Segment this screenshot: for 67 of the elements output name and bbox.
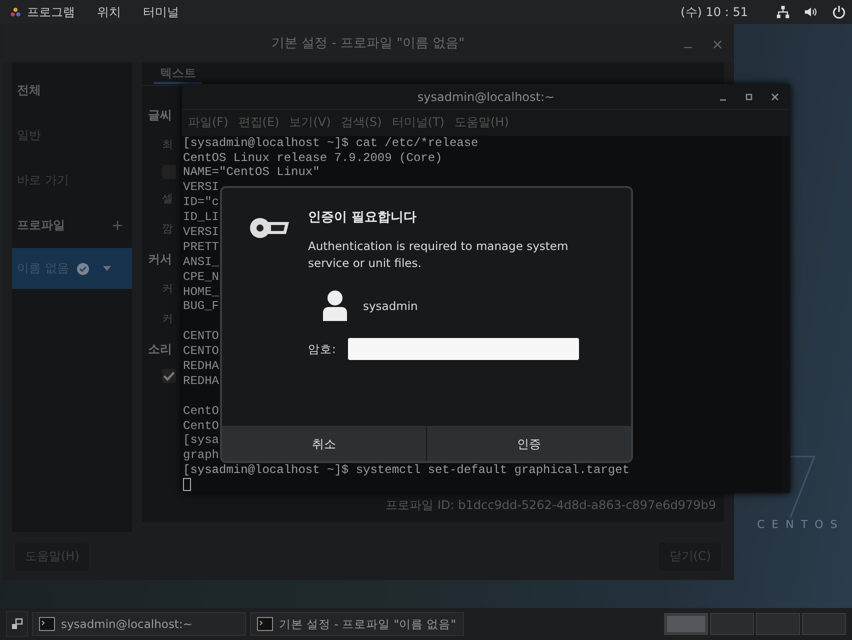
check-circle-icon [76, 262, 89, 274]
terminal-line: [sysa [183, 433, 220, 448]
window-title: 기본 설정 - 프로파일 "이름 없음" [271, 35, 465, 52]
terminal-line: CENTO [183, 329, 220, 344]
terminal-line: VERSI [183, 180, 220, 196]
section-heading: 커서 [148, 251, 172, 268]
terminal-line: REDHA [183, 374, 220, 389]
workspace-button[interactable] [664, 613, 708, 635]
dialog-button[interactable]: 인증 [426, 427, 631, 461]
add-icon[interactable] [113, 221, 122, 230]
terminal-line: ID_LI [183, 210, 220, 225]
terminal-icon [257, 617, 273, 631]
logo-text: CENTOS [757, 518, 844, 531]
user-icon [322, 290, 348, 322]
section-heading: 소리 [148, 341, 172, 358]
terminal-line: HOME_ [183, 284, 220, 300]
section-heading: 글씨 [148, 107, 172, 124]
terminal-line: ID="c [183, 195, 220, 210]
dropdown-caret-icon[interactable] [102, 266, 111, 271]
terminal-line: NAME="CentOS Linux" [183, 165, 320, 180]
top-menu[interactable]: 위치 [97, 4, 121, 20]
top-menu[interactable]: 터미널 [143, 4, 179, 20]
menu-item[interactable]: 검색(S) [340, 114, 382, 132]
show-desktop-icon[interactable] [6, 611, 28, 637]
power-icon[interactable] [832, 5, 846, 19]
checkbox[interactable] [162, 369, 176, 383]
password-label: 암호: [308, 342, 336, 356]
terminal-line: VERSI [183, 224, 220, 240]
taskbar-window-button[interactable]: sysadmin@localhost:~ [32, 612, 246, 636]
terminal-line: graph [183, 448, 220, 464]
scrollbar[interactable] [782, 136, 790, 493]
terminal-line: CENTO [183, 344, 220, 359]
user-name: sysadmin [363, 299, 418, 313]
sidebar-header[interactable]: 전체 [12, 72, 132, 113]
taskbar-window-button[interactable]: 기본 설정 - 프로파일 "이름 없음" [250, 612, 464, 636]
terminal-line: CPE_N [183, 270, 220, 285]
menu-item[interactable]: 터미널(T) [392, 114, 444, 132]
terminal-line: CentOS Linux release 7.9.2009 (Core) [183, 150, 442, 166]
clock[interactable]: (수) 10 : 51 [680, 4, 748, 20]
apps-icon[interactable] [10, 6, 21, 18]
close-icon[interactable] [770, 92, 780, 102]
menu-item[interactable]: 보기(V) [289, 114, 331, 132]
terminal-line: BUG_F [183, 299, 220, 314]
terminal-line: [sysadmin@localhost ~]$ systemctl set-default graphical.target [183, 463, 630, 478]
window-title: sysadmin@localhost:~ [417, 90, 555, 104]
profile-id: 프로파일 ID: b1dcc9dd-5262-4d8d-a863-c897e6d979b9 [386, 497, 716, 514]
close-icon[interactable] [713, 40, 722, 49]
terminal-line: [sysadmin@localhost ~]$ cat /etc/*release [183, 136, 478, 151]
terminal-icon [39, 617, 55, 631]
dialog-title: 인증이 필요합니다 [308, 209, 418, 226]
maximize-icon[interactable] [744, 92, 754, 102]
top-menu[interactable]: 프로그램 [27, 4, 75, 20]
text-cursor [183, 478, 191, 492]
dialog-message: Authentication is required to manage system service or unit files. [308, 238, 570, 272]
terminal-line: REDHA [183, 358, 220, 374]
terminal-line: ANSI_ [183, 254, 220, 270]
volume-icon[interactable] [804, 5, 818, 19]
terminal-line: PRETT [183, 240, 220, 255]
network-icon[interactable] [776, 5, 790, 19]
terminal-line: CentO [183, 418, 220, 434]
terminal-line: CentO [183, 404, 220, 419]
password-field[interactable] [348, 338, 579, 360]
menu-item[interactable]: 도움말(H) [454, 114, 509, 132]
menu-item[interactable]: 파일(F) [188, 114, 228, 132]
dialog-button[interactable]: 취소 [222, 427, 426, 461]
sidebar-header[interactable]: 프로파일 [17, 217, 65, 234]
menu-item[interactable]: 편집(E) [238, 114, 280, 132]
